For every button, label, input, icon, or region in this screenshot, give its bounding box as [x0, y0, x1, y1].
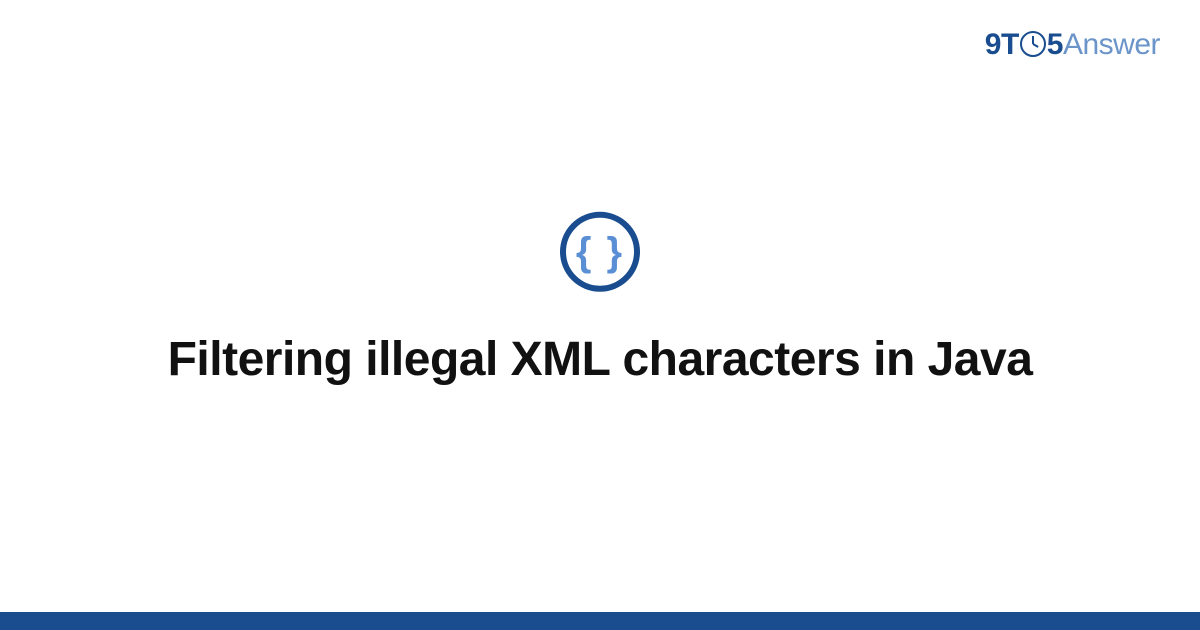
hero-block: { } Filtering illegal XML characters in …: [0, 212, 1200, 390]
site-logo: 9T5Answer: [985, 28, 1160, 62]
logo-answer: Answer: [1063, 28, 1160, 61]
code-badge: { }: [560, 212, 640, 292]
footer-bar: [0, 612, 1200, 630]
logo-t: T: [1001, 28, 1019, 61]
logo-nine: 9: [985, 28, 1001, 61]
logo-five: 5: [1047, 28, 1063, 61]
braces-icon: { }: [576, 232, 624, 272]
clock-icon: [1020, 31, 1046, 57]
page-title: Filtering illegal XML characters in Java: [60, 330, 1140, 390]
